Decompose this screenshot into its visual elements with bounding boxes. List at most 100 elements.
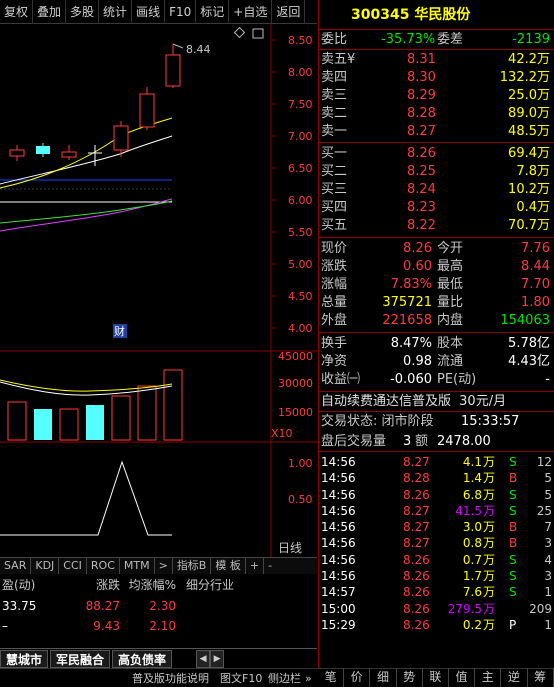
tab-template[interactable]: 模 板: [211, 558, 246, 574]
toolbar-fuquan-button[interactable]: 复权: [0, 0, 34, 24]
trade-side: B: [509, 536, 518, 551]
remove-indicator-button[interactable]: -: [264, 558, 276, 574]
trade-unit: 万: [483, 585, 496, 600]
fund-label: 净资: [321, 354, 348, 369]
tab-indicator-b[interactable]: 指标B: [173, 558, 212, 574]
window-restore-icon[interactable]: [252, 28, 264, 39]
period-tag[interactable]: 日线: [278, 541, 302, 555]
stat-value: 8.44: [521, 259, 550, 274]
trade-price: 8.26: [403, 487, 430, 502]
tab-kdj[interactable]: KDJ: [31, 558, 60, 574]
ask-price: 8.31: [407, 52, 436, 67]
table-row[interactable]: – 9.43 2.10: [0, 616, 317, 636]
toolbar-back-button[interactable]: 返回: [272, 0, 306, 24]
toolbar-statistics-button[interactable]: 统计: [99, 0, 133, 24]
tab-cci[interactable]: CCI: [59, 558, 87, 574]
status-expand-icon[interactable]: »: [305, 670, 312, 687]
sector-tab-smart-city[interactable]: 慧城市: [0, 650, 49, 668]
tab-trend[interactable]: 势: [397, 668, 423, 687]
kline-chart-area[interactable]: 8.44 财 8.50 8.00 7.50 7.00 6.50 6.00 5.5…: [0, 24, 317, 557]
header-industry[interactable]: 细分行业: [176, 574, 266, 596]
add-indicator-button[interactable]: +: [246, 558, 265, 574]
quote-row: 外盘 221658 内盘 154063: [319, 312, 554, 330]
list-item[interactable]: 15:29 8.26 0.2 万 P 1: [319, 617, 554, 633]
quote-row: 总量 375721 量比 1.80: [319, 294, 554, 312]
tab-chips[interactable]: 筹: [528, 668, 554, 687]
tab-sar[interactable]: SAR: [0, 558, 32, 574]
list-item[interactable]: 14:56 8.28 1.4 万 B 5: [319, 470, 554, 486]
trade-unit: 万: [483, 471, 496, 486]
list-item[interactable]: 14:56 8.27 41.5 万 S 25: [319, 503, 554, 519]
tab-price[interactable]: 价: [344, 668, 371, 687]
bid-row[interactable]: 买四 8.23 0.4万: [319, 199, 554, 217]
ask-label: 卖四: [321, 70, 348, 85]
toolbar-multi-stock-button[interactable]: 多股: [66, 0, 100, 24]
tab-linked[interactable]: 联: [423, 668, 449, 687]
after-hours-amount-label: 额: [415, 434, 429, 449]
trade-price: 8.26: [403, 617, 430, 632]
ask-row[interactable]: 卖二 8.28 89.0万: [319, 105, 554, 123]
tab-main[interactable]: 主: [475, 668, 502, 687]
list-item[interactable]: 14:56 8.26 6.8 万 S 5: [319, 487, 554, 503]
toolbar-mark-button[interactable]: 标记: [196, 0, 230, 24]
tab-ticks[interactable]: 笔: [318, 668, 345, 687]
status-f10-link[interactable]: 图文F10: [220, 670, 262, 687]
bid-row[interactable]: 买一 8.26 69.4万: [319, 145, 554, 163]
bid-row[interactable]: 买二 8.25 7.8万: [319, 163, 554, 181]
bid-row[interactable]: 买五 8.22 70.7万: [319, 217, 554, 235]
trade-unit: 万: [483, 455, 496, 469]
indicator-line: [0, 460, 172, 536]
ask-row[interactable]: 卖三 8.29 25.0万: [319, 87, 554, 105]
list-item[interactable]: 14:57 8.26 7.6 万 S 1: [319, 584, 554, 600]
fund-value: 8.47%: [390, 336, 432, 351]
list-item[interactable]: 14:56 8.27 0.8 万 B 3: [319, 535, 554, 551]
table-row[interactable]: 33.75 88.27 2.30: [0, 596, 317, 616]
status-feature-guide[interactable]: 普及版功能说明: [132, 670, 209, 687]
tab-reverse[interactable]: 逆: [501, 668, 528, 687]
indicator-axis-label: 1.00: [288, 457, 313, 470]
trade-list[interactable]: 14:56 8.27 4.1 万 S 12 14:56 8.28 1.4 万 B…: [319, 452, 554, 633]
stat-label: 最低: [437, 277, 464, 292]
trade-price: 8.26: [403, 601, 430, 616]
tab-detail[interactable]: 细: [370, 668, 397, 687]
list-item[interactable]: 14:56 8.27 3.0 万 B 7: [319, 519, 554, 535]
tab-roc[interactable]: ROC: [87, 558, 120, 574]
list-item[interactable]: 15:00 8.26 279.5 万 209: [319, 601, 554, 617]
ask-row[interactable]: 卖四 8.30 132.2万: [319, 69, 554, 87]
more-tabs-button[interactable]: >: [155, 558, 173, 574]
bid-row[interactable]: 买三 8.24 10.2万: [319, 181, 554, 199]
stat-label: 量比: [437, 295, 464, 310]
stat-value: 221658: [382, 313, 432, 328]
list-item[interactable]: 14:56 8.27 4.1 万 S 12: [319, 454, 554, 470]
trade-status-label: 交易状态: 闭市阶段: [321, 414, 434, 429]
trade-price: 8.26: [403, 585, 430, 600]
header-avg-change[interactable]: 均涨幅%: [120, 574, 176, 596]
tab-value[interactable]: 值: [449, 668, 476, 687]
status-sidebar-toggle[interactable]: 侧边栏: [268, 670, 301, 687]
diamond-icon[interactable]: [233, 26, 246, 39]
header-pe[interactable]: 盈(动): [0, 574, 60, 596]
toolbar-f10-button[interactable]: F10: [165, 0, 197, 24]
trade-volume: 0.8: [462, 536, 482, 551]
sector-tab-military-civil[interactable]: 军民融合: [50, 650, 111, 668]
subscription-ad[interactable]: 自动续费通达信普及版 30元/月: [319, 392, 554, 412]
trade-time: 14:56: [321, 487, 356, 502]
chart-toolbar: 复权 叠加 多股 统计 画线 F10 标记 +自选 返回: [0, 0, 317, 24]
list-item[interactable]: 14:56 8.26 0.7 万 S 4: [319, 552, 554, 568]
fund-value: 4.43亿: [508, 354, 550, 369]
order-ratio-row: 委比 -35.73% 委差 -2139: [319, 30, 554, 50]
scroll-right-icon[interactable]: ▶: [210, 650, 225, 668]
price-axis-label: 8.50: [288, 34, 313, 47]
ask-row[interactable]: 卖一 8.27 48.5万: [319, 123, 554, 141]
toolbar-draw-line-button[interactable]: 画线: [132, 0, 166, 24]
ask-row[interactable]: 卖五 ¥ 8.31 42.2万: [319, 51, 554, 69]
scroll-left-icon[interactable]: ◀: [196, 650, 211, 668]
sector-tab-high-debt[interactable]: 高负债率: [112, 650, 173, 668]
tab-mtm[interactable]: MTM: [120, 558, 155, 574]
toolbar-add-watchlist-button[interactable]: +自选: [229, 0, 273, 24]
toolbar-overlay-button[interactable]: 叠加: [33, 0, 67, 24]
quote-row: 涨幅 7.83% 最低 7.70: [319, 276, 554, 294]
header-change[interactable]: 涨跌: [60, 574, 120, 596]
trade-count: 12: [536, 455, 552, 469]
list-item[interactable]: 14:56 8.26 1.7 万 S 3: [319, 568, 554, 584]
